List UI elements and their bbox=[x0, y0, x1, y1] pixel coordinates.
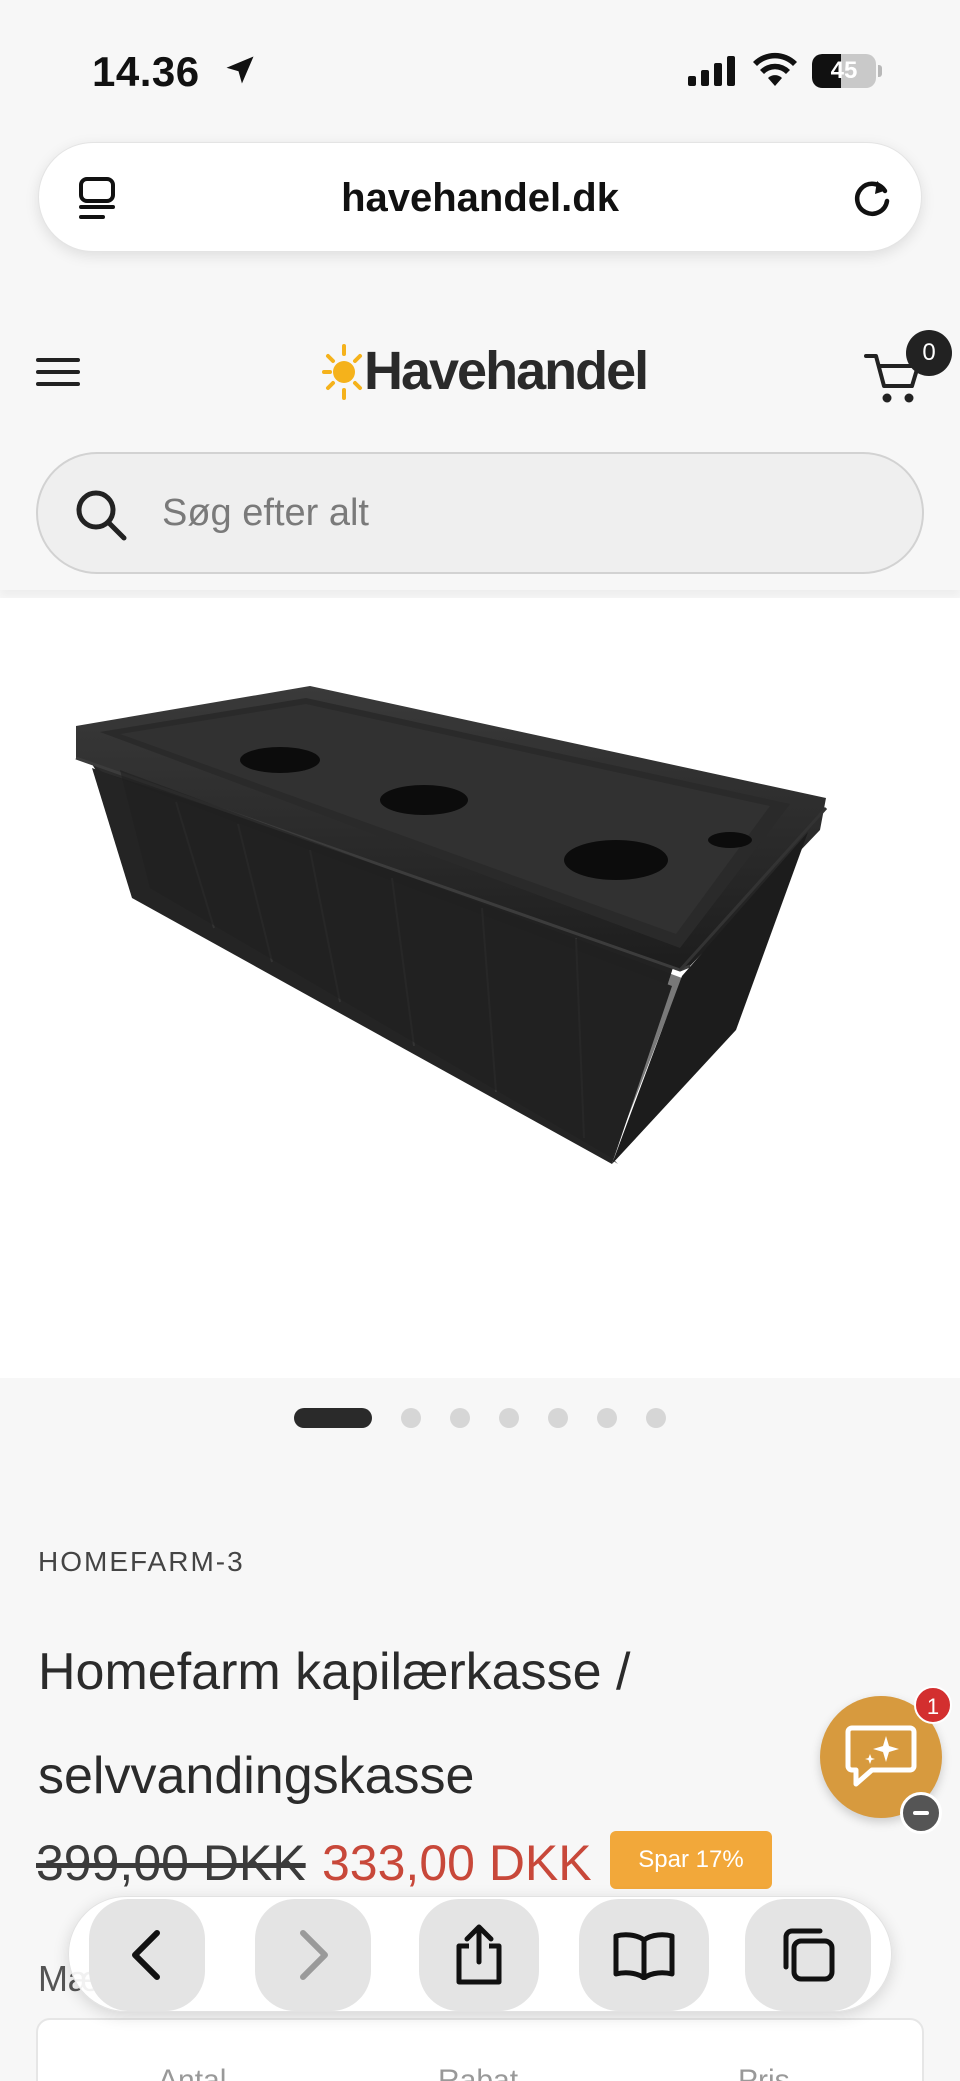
cellular-signal-icon bbox=[688, 56, 735, 86]
planter-box-image bbox=[75, 686, 828, 1164]
bookmarks-button[interactable] bbox=[579, 1899, 709, 2011]
image-carousel-dots bbox=[0, 1406, 960, 1430]
carousel-dot[interactable] bbox=[450, 1408, 470, 1428]
logo-text: Havehandel bbox=[364, 341, 649, 401]
product-image[interactable] bbox=[0, 598, 960, 1378]
discount-badge: Spar 17% bbox=[610, 1831, 772, 1889]
carousel-dot[interactable] bbox=[548, 1408, 568, 1428]
original-price: 399,00 DKK bbox=[36, 1835, 306, 1891]
share-button[interactable] bbox=[419, 1899, 539, 2011]
sale-price: 333,00 DKK bbox=[322, 1835, 592, 1891]
hamburger-menu-icon[interactable] bbox=[36, 352, 82, 392]
quantity-discount-table: Antal Rabat Pris bbox=[36, 2018, 924, 2081]
cart-count-badge: 0 bbox=[906, 330, 952, 376]
carousel-dot[interactable] bbox=[646, 1408, 666, 1428]
site-header: Havehandel 0 bbox=[0, 300, 960, 590]
product-title: Homefarm kapilærkasse / selvvandingskass… bbox=[38, 1643, 631, 1805]
table-header-pris: Pris bbox=[738, 2064, 790, 2081]
forward-button[interactable] bbox=[255, 1899, 371, 2011]
wifi-icon bbox=[753, 52, 797, 86]
location-arrow-icon bbox=[226, 56, 254, 84]
carousel-dot[interactable] bbox=[499, 1408, 519, 1428]
chevron-left-icon bbox=[132, 1930, 160, 1980]
product-sku: HOMEFARM-3 bbox=[38, 1546, 245, 1577]
reload-icon[interactable] bbox=[847, 173, 897, 223]
chat-sparkle-icon bbox=[845, 1725, 917, 1787]
chat-minimize-button[interactable] bbox=[900, 1792, 942, 1834]
tabs-button[interactable] bbox=[745, 1899, 871, 2011]
search-icon[interactable] bbox=[74, 488, 128, 542]
status-bar: 14.36 45 bbox=[0, 0, 960, 140]
site-logo[interactable]: Havehandel bbox=[322, 336, 649, 406]
sun-logo-icon bbox=[322, 344, 362, 400]
chat-notification-badge: 1 bbox=[914, 1686, 952, 1724]
share-icon bbox=[456, 1924, 502, 1985]
carousel-dot[interactable] bbox=[597, 1408, 617, 1428]
chevron-right-icon bbox=[300, 1930, 328, 1980]
table-header-rabat: Rabat bbox=[438, 2064, 519, 2081]
table-header-antal: Antal bbox=[158, 2064, 227, 2081]
battery-percent: 45 bbox=[830, 57, 858, 84]
back-button[interactable] bbox=[89, 1899, 205, 2011]
address-bar[interactable]: havehandel.dk bbox=[38, 142, 922, 252]
tabs-icon bbox=[783, 1928, 835, 1982]
search-input[interactable] bbox=[162, 454, 862, 572]
url-text[interactable]: havehandel.dk bbox=[39, 143, 921, 253]
carousel-dot-active[interactable] bbox=[294, 1408, 372, 1428]
browser-toolbar bbox=[68, 1896, 892, 2012]
battery-icon: 45 bbox=[812, 54, 882, 88]
carousel-dot[interactable] bbox=[401, 1408, 421, 1428]
status-time: 14.36 bbox=[92, 48, 200, 95]
book-icon bbox=[613, 1932, 675, 1980]
search-bar[interactable] bbox=[36, 452, 924, 574]
